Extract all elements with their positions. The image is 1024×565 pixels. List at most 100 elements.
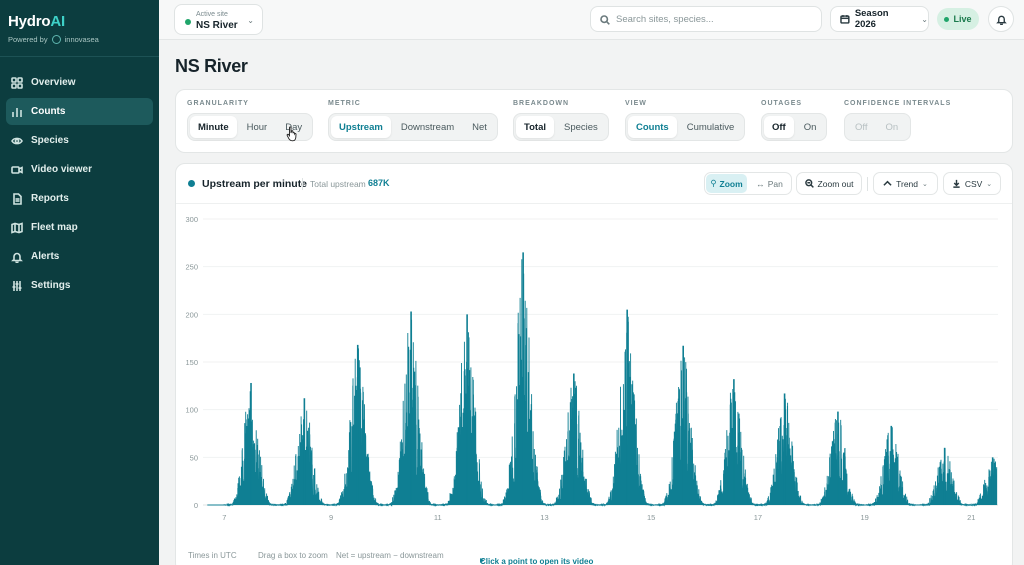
chart-title: Upstream per minute: [202, 178, 308, 190]
trend-label: Trend: [896, 178, 918, 189]
x-tick-label: 19: [860, 513, 868, 522]
metric-net[interactable]: Net: [464, 116, 495, 138]
open-video-label: Click a point to open its video: [480, 557, 594, 565]
chevron-down-icon: ⌄: [247, 16, 254, 25]
search-input[interactable]: [616, 12, 811, 27]
view-toggle: Counts Cumulative: [625, 113, 746, 141]
outages-group: OUTAGES Off On: [761, 100, 828, 141]
csv-label: CSV: [964, 178, 983, 189]
sidebar-item-label: Settings: [31, 280, 71, 291]
powered-by-label: Powered by: [8, 35, 48, 44]
x-tick-label: 13: [540, 513, 548, 522]
sidebar-item-counts[interactable]: Counts: [6, 98, 153, 125]
confidence-on[interactable]: On: [878, 116, 907, 138]
pan-mode-button[interactable]: ↔ Pan: [749, 174, 790, 193]
sidebar-item-overview[interactable]: Overview: [6, 69, 153, 96]
divider: [867, 177, 868, 191]
trend-button[interactable]: Trend ⌄: [873, 172, 938, 195]
map-icon: [11, 221, 23, 234]
sidebar-item-label: Species: [31, 135, 69, 146]
x-tick-label: 11: [434, 513, 442, 522]
sidebar-item-alerts[interactable]: Alerts: [6, 243, 153, 270]
y-tick-label: 100: [185, 406, 198, 415]
y-tick-label: 300: [185, 215, 198, 224]
active-site-value: NS River: [196, 20, 238, 31]
bell-icon: [11, 252, 23, 263]
outages-title: OUTAGES: [761, 100, 803, 107]
eye-icon: [11, 137, 23, 144]
zoom-out-button[interactable]: Zoom out: [796, 172, 862, 195]
sidebar-item-label: Video viewer: [31, 164, 92, 175]
active-site-select[interactable]: Active site NS River ⌄: [174, 4, 263, 35]
view-cumulative[interactable]: Cumulative: [679, 116, 743, 138]
x-tick-label: 9: [329, 513, 333, 522]
brand-logo[interactable]: HydroAI: [8, 13, 151, 30]
x-tick-label: 17: [754, 513, 762, 522]
breakdown-species[interactable]: Species: [556, 116, 606, 138]
upstream-chart[interactable]: 0 50 100 150 200 250 300 7 9 11 13 15 17 19 21: [176, 205, 1013, 553]
total-upstream-label: Total upstream: [310, 179, 366, 189]
outages-on[interactable]: On: [796, 116, 825, 138]
confidence-off[interactable]: Off: [847, 116, 876, 138]
notifications-button[interactable]: [988, 6, 1014, 32]
topbar: Active site NS River ⌄ Season 2026 ⌄ Liv…: [159, 0, 1024, 40]
granularity-minute[interactable]: Minute: [190, 116, 237, 138]
grid-icon: [11, 76, 23, 89]
season-label: Season 2026: [854, 8, 889, 30]
chevron-down-icon: ⌄: [921, 14, 928, 24]
y-tick-label: 0: [194, 501, 198, 510]
confidence-group: CONFIDENCE INTERVALS Off On: [844, 100, 951, 141]
series-color-dot: [188, 180, 195, 187]
y-tick-label: 250: [185, 263, 198, 272]
total-upstream-value: 687K: [368, 178, 390, 188]
sidebar-item-label: Alerts: [31, 251, 60, 262]
hand-cursor-icon: [286, 126, 297, 142]
bar-chart-icon: [12, 107, 22, 117]
live-dot: [944, 16, 950, 22]
season-select[interactable]: Season 2026 ⌄: [830, 6, 929, 32]
sidebar-item-species[interactable]: Species: [6, 127, 153, 154]
sliders-icon: [12, 280, 22, 291]
document-icon: [13, 192, 22, 205]
sidebar-item-fleet-map[interactable]: Fleet map: [6, 214, 153, 241]
sidebar-item-video-viewer[interactable]: Video viewer: [6, 156, 153, 183]
granularity-hour[interactable]: Hour: [239, 116, 276, 138]
trend-icon: [883, 180, 892, 186]
sidebar: HydroAI Powered by innovasea Overview Co…: [0, 0, 159, 565]
view-group: VIEW Counts Cumulative: [625, 100, 746, 141]
metric-downstream[interactable]: Downstream: [393, 116, 462, 138]
view-title: VIEW: [625, 100, 647, 107]
y-tick-label: 150: [185, 358, 198, 367]
x-tick-label: 7: [222, 513, 226, 522]
chevron-down-icon: ⌄: [922, 180, 928, 188]
chart-footer: Times in UTC Drag a box to zoom Net = up…: [175, 545, 1013, 565]
outages-toggle: Off On: [761, 113, 828, 141]
live-badge: Live: [937, 8, 979, 30]
outages-off[interactable]: Off: [764, 116, 794, 138]
sidebar-item-settings[interactable]: Settings: [6, 272, 153, 299]
zoom-pan-toggle: ⚲ Zoom ↔ Pan: [704, 172, 792, 195]
pan-label: Pan: [767, 178, 783, 189]
download-icon: [953, 179, 960, 188]
page-title: NS River: [175, 56, 248, 76]
sidebar-item-label: Fleet map: [31, 222, 78, 233]
x-tick-label: 21: [967, 513, 975, 522]
granularity-title: GRANULARITY: [187, 100, 249, 107]
net-formula-note: Net = upstream − downstream: [336, 551, 444, 560]
csv-button[interactable]: CSV ⌄: [943, 172, 1001, 195]
brand: HydroAI Powered by innovasea: [0, 0, 159, 57]
bell-icon: [995, 15, 1007, 25]
upstream-series-line[interactable]: [207, 259, 998, 507]
innovasea-logo-icon: [51, 35, 61, 44]
zoom-mode-button[interactable]: ⚲ Zoom: [706, 174, 747, 193]
breakdown-total[interactable]: Total: [516, 116, 554, 138]
powered-by: Powered by innovasea: [8, 35, 151, 44]
zoom-icon: ⚲: [710, 178, 717, 188]
zoom-out-icon: [804, 179, 814, 188]
metric-toggle: Upstream Downstream Net: [328, 113, 498, 141]
metric-upstream[interactable]: Upstream: [331, 116, 391, 138]
sidebar-item-label: Overview: [31, 77, 76, 88]
view-counts[interactable]: Counts: [628, 116, 677, 138]
sidebar-item-label: Reports: [31, 193, 69, 204]
sidebar-item-reports[interactable]: Reports: [6, 185, 153, 212]
